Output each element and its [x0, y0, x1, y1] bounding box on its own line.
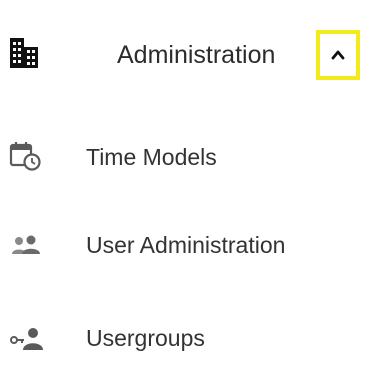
- sidebar-item-usergroups[interactable]: Usergroups: [0, 309, 376, 369]
- calendar-clock-icon: [9, 142, 43, 172]
- collapse-administration-button[interactable]: [316, 30, 360, 80]
- sidebar-item-label: Time Models: [86, 144, 217, 170]
- person-key-icon: [9, 323, 43, 353]
- sidebar-item-label: Usergroups: [86, 325, 205, 351]
- people-icon: [9, 230, 43, 260]
- administration-label: Administration: [117, 41, 276, 69]
- sidebar-item-user-administration[interactable]: User Administration: [0, 216, 376, 276]
- building-icon: [10, 38, 38, 68]
- chevron-up-icon: [331, 50, 345, 60]
- sidebar-item-label: User Administration: [86, 232, 286, 258]
- sidebar-item-time-models[interactable]: Time Models: [0, 128, 376, 188]
- administration-header[interactable]: Administration: [0, 0, 376, 112]
- admin-menu: Administration Time Models User Administ…: [0, 0, 376, 358]
